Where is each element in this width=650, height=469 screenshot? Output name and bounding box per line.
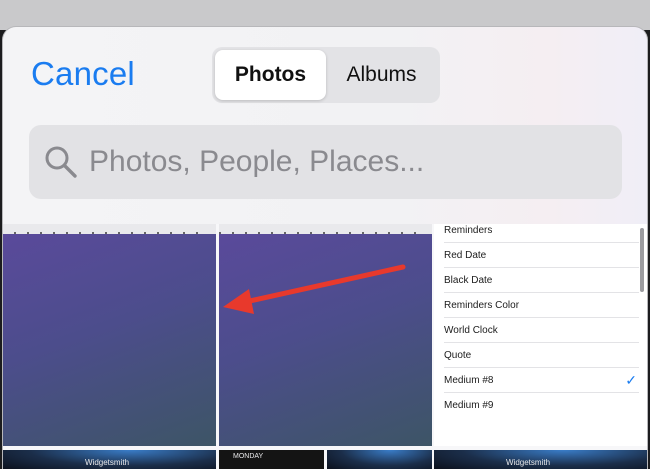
photo-picker-sheet: Cancel Photos Albums Reminders Red Date … (2, 26, 648, 469)
search-bar[interactable] (29, 125, 622, 199)
photos-albums-segmented-control: Photos Albums (212, 47, 440, 103)
cancel-button[interactable]: Cancel (31, 55, 135, 93)
search-input[interactable] (89, 145, 609, 179)
tab-photos[interactable]: Photos (215, 50, 326, 100)
tab-albums[interactable]: Albums (326, 50, 437, 100)
photo-thumbnail-5[interactable] (327, 450, 432, 469)
photo-thumbnail-3[interactable]: Widgetsmith (3, 450, 216, 469)
photo-grid: Reminders Red Date Black Date Reminders … (3, 224, 647, 469)
photo-thumbnail-4[interactable]: MONDAY (219, 450, 324, 469)
search-icon (45, 146, 77, 178)
photo-thumbnail-6[interactable]: Widgetsmith (434, 450, 647, 469)
red-arrow-annotation (223, 264, 406, 314)
